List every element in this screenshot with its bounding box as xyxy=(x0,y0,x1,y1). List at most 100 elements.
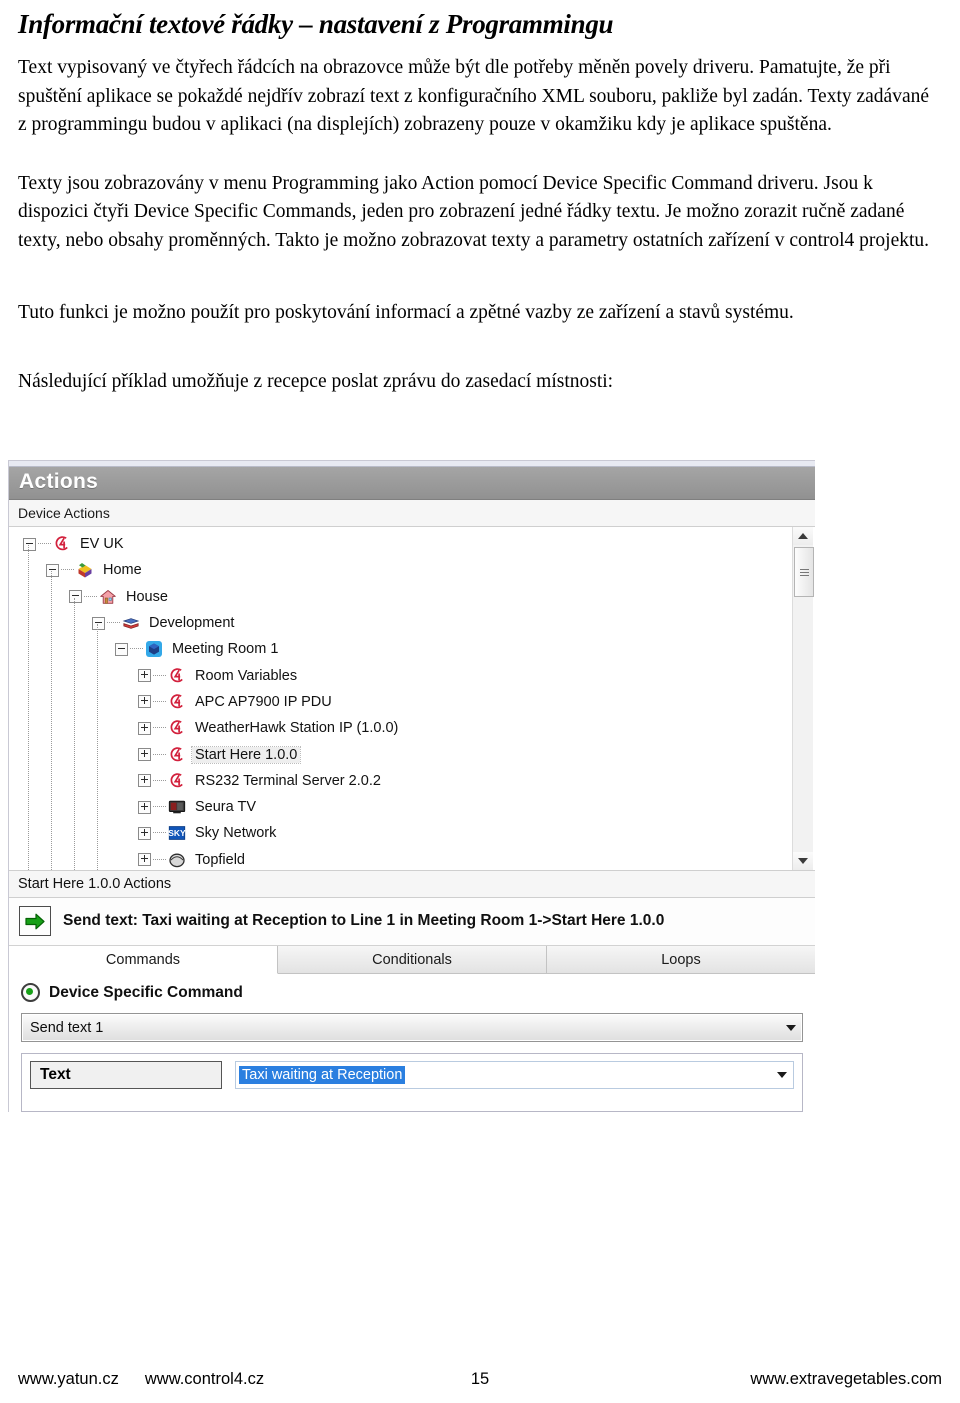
page-title: Informační textové řádky – nastavení z P… xyxy=(18,9,614,39)
text-param-label: Text xyxy=(30,1061,222,1089)
tv-icon xyxy=(168,798,186,816)
expand-node-button[interactable] xyxy=(138,800,151,814)
text-param-field[interactable]: Taxi waiting at Reception xyxy=(235,1061,794,1089)
command-select[interactable]: Send text 1 xyxy=(21,1013,803,1042)
actions-panel-screenshot: Actions Device Actions EV UK Home House Dev… xyxy=(8,460,815,1112)
action-description: Send text: Taxi waiting at Reception to … xyxy=(63,912,665,929)
selected-device-actions-header: Start Here 1.0.0 Actions xyxy=(9,871,815,898)
control4-logo-icon xyxy=(168,693,186,711)
device-actions-header: Device Actions xyxy=(9,500,815,527)
tree-guide-line xyxy=(28,545,30,870)
tree-item[interactable]: Home xyxy=(9,557,815,583)
page-number: 15 xyxy=(470,1370,490,1388)
tree-item-label: APC AP7900 IP PDU xyxy=(195,693,332,710)
tree-item[interactable]: Meeting Room 1 xyxy=(9,636,815,662)
tree-item[interactable]: House xyxy=(9,584,815,610)
expand-node-button[interactable] xyxy=(138,853,151,867)
tree-item[interactable]: RS232 Terminal Server 2.0.2 xyxy=(9,768,815,794)
tree-item-label: Meeting Room 1 xyxy=(172,641,279,658)
scroll-up-button[interactable] xyxy=(793,527,813,545)
tree-connector xyxy=(38,543,51,545)
paragraph-4: Následující příklad umožňuje z recepce p… xyxy=(18,370,614,392)
tree-connector xyxy=(130,648,143,650)
tree-connector xyxy=(153,806,166,808)
tree-connector xyxy=(153,858,166,861)
tree-connector xyxy=(153,832,166,834)
tree-item-label: RS232 Terminal Server 2.0.2 xyxy=(195,772,381,789)
page-footer: www.yatun.cz www.control4.cz 15 www.extr… xyxy=(0,1370,960,1389)
chevron-down-icon xyxy=(798,858,808,864)
device-specific-command-label: Device Specific Command xyxy=(49,983,243,1001)
paragraph-2: Texty jsou zobrazovány v menu Programmin… xyxy=(18,172,930,251)
tree-connector xyxy=(153,779,166,782)
tree-item-label: Topfield xyxy=(195,851,245,868)
expand-node-button[interactable] xyxy=(138,721,151,735)
tree-vertical-scrollbar[interactable] xyxy=(792,527,814,870)
expand-node-button[interactable] xyxy=(138,748,151,762)
svg-text:SKY: SKY xyxy=(168,829,186,839)
tree-item[interactable]: APC AP7900 IP PDU xyxy=(9,689,815,715)
expand-node-button[interactable] xyxy=(138,669,151,683)
tree-item[interactable]: Room Variables xyxy=(9,662,815,688)
tab-loops[interactable]: Loops xyxy=(547,946,815,973)
tree-item[interactable]: SKY Sky Network xyxy=(9,820,815,846)
tree-item[interactable]: Topfield xyxy=(9,847,815,870)
device-specific-command-option[interactable]: Device Specific Command xyxy=(9,981,815,1007)
sky-icon: SKY xyxy=(168,824,186,842)
control4-logo-icon xyxy=(168,772,186,790)
collapse-node-button[interactable] xyxy=(115,642,128,656)
chevron-down-icon[interactable] xyxy=(777,1072,787,1078)
tree-item-label: EV UK xyxy=(80,536,124,553)
tree-item-label: Sky Network xyxy=(195,825,277,842)
tree-item-label: WeatherHawk Station IP (1.0.0) xyxy=(195,720,399,737)
command-tabs[interactable]: Commands Conditionals Loops xyxy=(9,946,815,974)
device-tree[interactable]: EV UK Home House Development Meeting Room 1 R… xyxy=(9,527,815,870)
tree-item[interactable]: WeatherHawk Station IP (1.0.0) xyxy=(9,715,815,741)
expand-node-button[interactable] xyxy=(138,826,151,840)
tree-item[interactable]: Start Here 1.0.0 xyxy=(9,741,815,767)
tab-conditionals[interactable]: Conditionals xyxy=(278,946,547,973)
grip-icon xyxy=(799,567,809,578)
document-page: Informační textové řádky – nastavení z P… xyxy=(0,8,960,1403)
green-arrow-icon xyxy=(19,906,51,936)
topfield-icon xyxy=(168,851,186,869)
control4-logo-icon xyxy=(168,719,186,737)
tab-label: Conditionals xyxy=(372,951,452,968)
tree-item-label: Development xyxy=(149,615,235,632)
tree-connector xyxy=(153,753,166,756)
tab-label: Loops xyxy=(661,951,701,968)
tree-item[interactable]: Seura TV xyxy=(9,794,815,820)
tree-connector xyxy=(84,595,97,598)
scroll-down-button[interactable] xyxy=(793,852,813,870)
tree-item[interactable]: Development xyxy=(9,610,815,636)
tree-item[interactable]: EV UK xyxy=(9,531,815,557)
expand-node-button[interactable] xyxy=(138,774,151,788)
control4-logo-icon xyxy=(53,535,71,553)
scrollbar-thumb[interactable] xyxy=(794,547,814,597)
control4-logo-icon xyxy=(168,667,186,685)
home-folder-icon xyxy=(76,561,94,579)
tree-guide-line xyxy=(51,571,53,870)
command-editor-body: Device Specific Command Send text 1 Text… xyxy=(9,974,815,1112)
tree-item-label: Room Variables xyxy=(195,667,298,684)
radio-selected-icon[interactable] xyxy=(21,983,40,1002)
command-parameters-panel: Text Taxi waiting at Reception xyxy=(21,1053,803,1112)
control4-logo-icon xyxy=(168,746,186,764)
tree-connector xyxy=(153,727,166,729)
action-list-item[interactable]: Send text: Taxi waiting at Reception to … xyxy=(9,898,815,946)
expand-node-button[interactable] xyxy=(138,695,151,709)
tree-guide-line xyxy=(74,597,76,870)
tree-item-label: Home xyxy=(103,562,142,579)
tab-commands[interactable]: Commands xyxy=(9,946,278,974)
house-icon xyxy=(99,588,117,606)
text-param-value: Taxi waiting at Reception xyxy=(239,1066,406,1084)
tree-connector xyxy=(107,622,120,624)
device-tree-container[interactable]: EV UK Home House Development Meeting Room 1 R… xyxy=(9,527,815,871)
command-select-value: Send text 1 xyxy=(30,1019,104,1036)
tree-connector xyxy=(153,700,166,703)
tab-label: Commands xyxy=(105,951,181,968)
tree-connector xyxy=(153,674,166,677)
chevron-down-icon[interactable] xyxy=(786,1024,796,1031)
meeting-room-icon xyxy=(145,640,163,658)
paragraph-3: Tuto funkci je možno použít pro poskytov… xyxy=(18,302,794,323)
